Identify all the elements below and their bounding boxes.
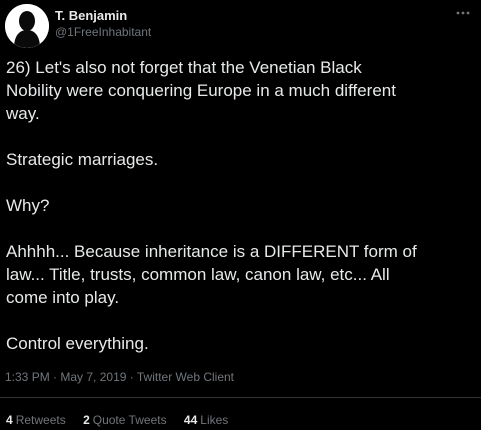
meta-separator: · bbox=[49, 370, 61, 384]
profile-silhouette-icon bbox=[5, 4, 49, 48]
author-display-name[interactable]: T. Benjamin bbox=[55, 8, 151, 24]
retweets-count: 4 bbox=[6, 413, 13, 427]
likes-label: Likes bbox=[200, 413, 229, 427]
meta-separator-2: · bbox=[126, 370, 137, 384]
likes-count: 44 bbox=[183, 413, 198, 427]
retweets-label: Retweets bbox=[15, 413, 66, 427]
tweet-client[interactable]: Twitter Web Client bbox=[137, 370, 234, 384]
tweet-header: T. Benjamin @1FreeInhabitant bbox=[5, 4, 476, 48]
tweet-stats: 4 Retweets 2 Quote Tweets 44 Likes bbox=[6, 413, 242, 428]
author-names: T. Benjamin @1FreeInhabitant bbox=[55, 8, 151, 40]
divider bbox=[0, 397, 481, 398]
avatar[interactable] bbox=[5, 4, 49, 48]
quote-tweets-label: Quote Tweets bbox=[92, 413, 167, 427]
quote-tweets-count: 2 bbox=[83, 413, 90, 427]
likes-stat[interactable]: 44 Likes bbox=[184, 413, 228, 428]
tweet-card: T. Benjamin @1FreeInhabitant 26) Let's a… bbox=[0, 0, 481, 430]
tweet-meta: 1:33 PM · May 7, 2019 · Twitter Web Clie… bbox=[5, 370, 234, 385]
tweet-time[interactable]: 1:33 PM bbox=[5, 370, 50, 384]
tweet-date[interactable]: May 7, 2019 bbox=[60, 370, 126, 384]
retweets-stat[interactable]: 4 Retweets bbox=[6, 413, 66, 428]
quote-tweets-stat[interactable]: 2 Quote Tweets bbox=[83, 413, 167, 428]
author-handle[interactable]: @1FreeInhabitant bbox=[55, 25, 151, 40]
more-dots-icon[interactable] bbox=[454, 6, 472, 20]
tweet-text: 26) Let's also not forget that the Venet… bbox=[6, 58, 417, 353]
